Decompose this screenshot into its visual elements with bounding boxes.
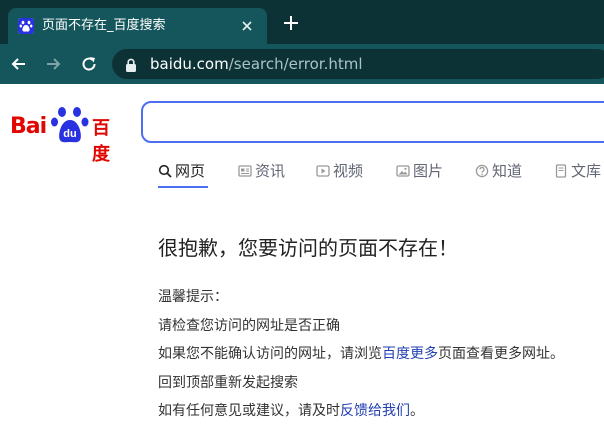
url-host: baidu.com — [150, 55, 229, 73]
arrow-right-icon — [47, 58, 61, 70]
baidu-more-link[interactable]: 百度更多 — [382, 346, 438, 362]
tip-search-again: 回到顶部重新发起搜索 — [158, 374, 298, 391]
tab-zhidao[interactable]: 知道 — [475, 160, 522, 182]
video-icon — [316, 165, 330, 177]
reload-icon — [82, 57, 96, 71]
error-tips: 温馨提示： 请检查您访问的网址是否正确 如果您不能确认访问的网址，请浏览百度更多… — [158, 286, 564, 429]
news-icon — [238, 165, 252, 177]
active-tab-indicator — [158, 186, 208, 188]
logo-text-du: du — [63, 128, 76, 140]
tab-images[interactable]: 图片 — [396, 160, 443, 182]
tab-wenku[interactable]: 文库 — [554, 160, 601, 182]
tip-text: 如果您不能确认访问的网址，请浏览 — [158, 346, 382, 362]
url-text: baidu.com/search/error.html — [150, 55, 363, 73]
close-icon[interactable] — [239, 18, 255, 34]
tab-label: 文库 — [571, 162, 602, 180]
forward-button[interactable] — [42, 53, 64, 75]
baidu-logo[interactable]: Bai du 百度 — [10, 104, 126, 165]
tab-label: 知道 — [492, 162, 523, 180]
arrow-left-icon — [11, 58, 25, 70]
question-icon — [475, 164, 489, 178]
tip-text: 页面查看更多网址。 — [438, 346, 564, 362]
tab-label: 图片 — [413, 162, 444, 180]
lock-icon[interactable] — [124, 57, 138, 72]
tip-check-url: 请检查您访问的网址是否正确 — [158, 317, 340, 334]
tip-browse-more: 如果您不能确认访问的网址，请浏览百度更多页面查看更多网址。 — [158, 343, 564, 372]
logo-text-baidu-cn: 百度 — [92, 118, 110, 165]
error-title: 很抱歉，您要访问的页面不存在！ — [158, 236, 458, 260]
address-bar[interactable]: baidu.com/search/error.html — [112, 49, 604, 79]
image-icon — [396, 165, 410, 177]
url-path: /search/error.html — [228, 55, 363, 73]
tips-heading: 温馨提示： — [158, 289, 228, 305]
plus-icon — [284, 16, 298, 30]
tab-web[interactable]: 网页 — [158, 160, 205, 182]
tab-video[interactable]: 视频 — [316, 160, 363, 182]
browser-tab[interactable]: 页面不存在_百度搜索 — [8, 8, 267, 44]
feedback-link[interactable]: 反馈给我们 — [340, 403, 410, 419]
search-icon — [158, 164, 172, 178]
browser-toolbar: baidu.com/search/error.html — [0, 44, 604, 84]
tip-feedback: 如有任何意见或建议，请及时反馈给我们。 — [158, 400, 564, 429]
back-button[interactable] — [8, 53, 30, 75]
new-tab-button[interactable] — [281, 13, 301, 33]
search-input[interactable] — [141, 101, 604, 143]
tab-label: 资讯 — [255, 162, 286, 180]
reload-button[interactable] — [78, 53, 100, 75]
tab-label: 网页 — [175, 162, 206, 180]
tab-label: 视频 — [333, 162, 364, 180]
logo-text-bai: Bai — [10, 114, 47, 139]
baidu-paw-icon: du — [51, 107, 89, 143]
baidu-paw-icon — [18, 18, 34, 34]
tab-strip: 页面不存在_百度搜索 — [0, 0, 604, 44]
doc-icon — [555, 164, 567, 178]
tab-title: 页面不存在_百度搜索 — [42, 18, 166, 33]
tip-text: 如有任何意见或建议，请及时 — [158, 403, 340, 419]
tab-news[interactable]: 资讯 — [238, 160, 285, 182]
tip-text: 。 — [410, 403, 424, 419]
